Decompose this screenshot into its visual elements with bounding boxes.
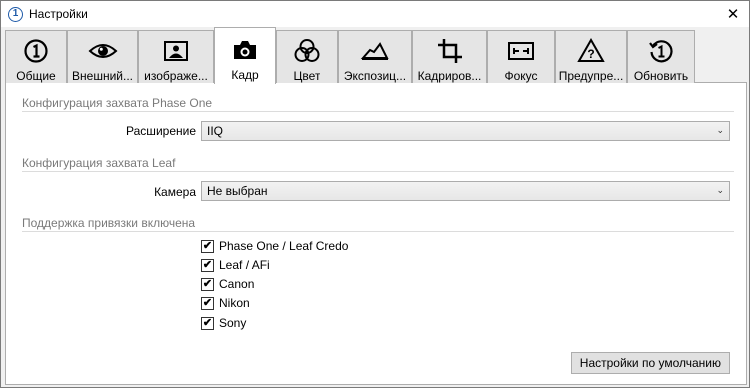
checkbox-label: Sony bbox=[219, 316, 247, 330]
info-one-icon bbox=[23, 36, 49, 66]
warning-icon: ? bbox=[577, 36, 605, 66]
phase-one-group-header: Конфигурация захвата Phase One bbox=[22, 96, 213, 110]
window-title: Настройки bbox=[29, 7, 88, 21]
tab-crop[interactable]: Кадриров... bbox=[412, 30, 487, 83]
crop-icon bbox=[437, 36, 463, 66]
checkbox-leaf-afi[interactable]: ✔ Leaf / AFi bbox=[201, 257, 270, 273]
chevron-down-icon: ⌄ bbox=[716, 185, 724, 195]
tab-label: изображе... bbox=[144, 69, 208, 83]
title-bar: 1 Настройки ✕ bbox=[1, 1, 749, 27]
tab-label: Кадриров... bbox=[417, 69, 482, 83]
focus-icon bbox=[507, 36, 535, 66]
image-icon bbox=[163, 36, 189, 66]
checkbox-sony[interactable]: ✔ Sony bbox=[201, 315, 246, 331]
checkbox-label: Leaf / AFi bbox=[219, 258, 270, 272]
settings-window: 1 Настройки ✕ Общие Внешний... изображе.… bbox=[0, 0, 750, 388]
checkbox-box[interactable]: ✔ bbox=[201, 277, 214, 291]
checkbox-box[interactable]: ✔ bbox=[201, 239, 214, 253]
tab-strip: Общие Внешний... изображе... Кадр Цвет Э… bbox=[5, 27, 747, 84]
exposure-icon bbox=[360, 36, 390, 66]
close-button[interactable]: ✕ bbox=[717, 1, 749, 27]
tab-exposure[interactable]: Экспозиц... bbox=[338, 30, 412, 83]
divider bbox=[22, 111, 734, 112]
extension-label: Расширение bbox=[126, 124, 196, 138]
restore-defaults-button[interactable]: Настройки по умолчанию bbox=[570, 352, 730, 374]
color-circles-icon bbox=[293, 36, 321, 66]
tab-label: Экспозиц... bbox=[343, 69, 407, 83]
extension-select[interactable]: IIQ ⌄ bbox=[201, 121, 730, 141]
checkbox-phase-one-leaf-credo[interactable]: ✔ Phase One / Leaf Credo bbox=[201, 238, 348, 254]
update-icon bbox=[648, 36, 674, 66]
checkbox-nikon[interactable]: ✔ Nikon bbox=[201, 295, 250, 311]
leaf-group-header: Конфигурация захвата Leaf bbox=[22, 156, 176, 170]
tab-label: Обновить bbox=[633, 69, 689, 83]
tab-label: Предупре... bbox=[558, 69, 624, 83]
checkbox-box[interactable]: ✔ bbox=[201, 296, 214, 310]
tab-warnings[interactable]: ? Предупре... bbox=[555, 30, 627, 83]
camera-icon bbox=[232, 35, 258, 65]
tab-label: Фокус bbox=[504, 69, 538, 83]
tab-appearance[interactable]: Внешний... bbox=[67, 30, 138, 83]
tab-label: Общие bbox=[16, 69, 56, 83]
tab-update[interactable]: Обновить bbox=[627, 30, 695, 83]
chevron-down-icon: ⌄ bbox=[716, 125, 724, 135]
divider bbox=[22, 171, 734, 172]
tab-general[interactable]: Общие bbox=[5, 30, 67, 83]
tab-focus[interactable]: Фокус bbox=[487, 30, 555, 83]
tab-label: Внешний... bbox=[72, 69, 133, 83]
divider bbox=[22, 231, 734, 232]
tab-label: Кадр bbox=[231, 68, 259, 82]
tab-capture[interactable]: Кадр bbox=[214, 27, 276, 84]
tab-label: Цвет bbox=[293, 69, 321, 83]
checkbox-box[interactable]: ✔ bbox=[201, 316, 214, 330]
checkbox-label: Phase One / Leaf Credo bbox=[219, 239, 349, 253]
camera-select[interactable]: Не выбран ⌄ bbox=[201, 181, 730, 201]
tab-image[interactable]: изображе... bbox=[138, 30, 214, 83]
tab-color[interactable]: Цвет bbox=[276, 30, 338, 83]
checkbox-label: Nikon bbox=[219, 296, 250, 310]
camera-label: Камера bbox=[154, 185, 196, 199]
capture-panel: Конфигурация захвата Phase One Расширени… bbox=[5, 83, 747, 385]
checkbox-box[interactable]: ✔ bbox=[201, 258, 214, 272]
app-icon: 1 bbox=[8, 6, 23, 22]
checkbox-canon[interactable]: ✔ Canon bbox=[201, 276, 254, 292]
tethering-group-header: Поддержка привязки включена bbox=[22, 216, 196, 230]
camera-value: Не выбран bbox=[207, 184, 268, 198]
checkbox-label: Canon bbox=[219, 277, 255, 291]
eye-icon bbox=[88, 36, 118, 66]
svg-text:?: ? bbox=[587, 47, 594, 61]
extension-value: IIQ bbox=[207, 124, 224, 138]
